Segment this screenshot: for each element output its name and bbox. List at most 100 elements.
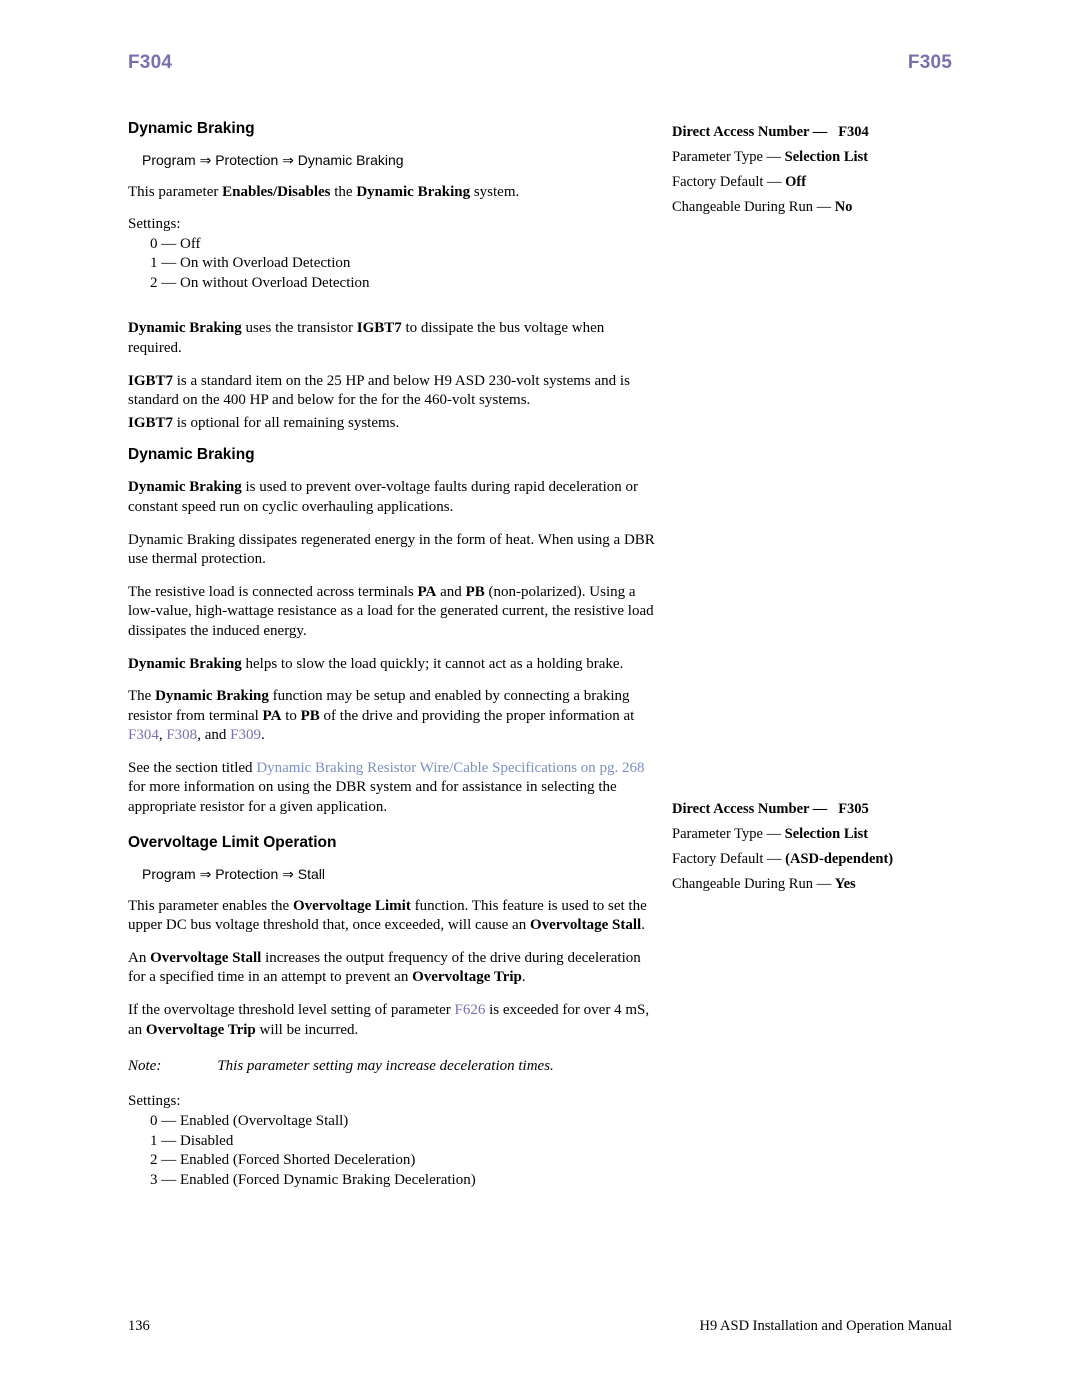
list-item: 0 — Off xyxy=(150,235,201,252)
direct-access-number-value: F304 xyxy=(838,124,869,140)
text-fragment: of the drive and providing the proper in… xyxy=(319,707,635,724)
settings-label-2: Settings: xyxy=(128,1093,181,1110)
text-bold: Dynamic Braking xyxy=(128,320,242,337)
text-bold-pa: PA xyxy=(262,707,282,724)
cross-ref-dbr-specs[interactable]: Dynamic Braking Resistor Wire/Cable Spec… xyxy=(256,760,644,776)
parameter-type-label: Parameter Type — xyxy=(672,149,785,165)
list-item: 2 — On without Overload Detection xyxy=(150,274,370,291)
text-bold-overvoltage-trip: Overvoltage Trip xyxy=(145,1021,256,1038)
text-fragment: The resistive load is connected across t… xyxy=(128,583,418,600)
note-paragraph: Note: This parameter setting may increase… xyxy=(128,1058,658,1075)
text-fragment: This parameter xyxy=(128,184,223,200)
list-item: 2 — Enabled (Forced Shorted Deceleration… xyxy=(150,1152,416,1169)
paragraph-igbt7-dissipate: Dynamic Braking uses the transistor IGBT… xyxy=(128,319,658,358)
text-fragment: uses the transistor xyxy=(241,320,357,337)
text-fragment: . xyxy=(260,727,265,744)
paragraph-db-heat: Dynamic Braking dissipates regenerated e… xyxy=(128,531,655,568)
header-code-right: F305 xyxy=(907,52,952,73)
factory-default-row: Factory Default — Off xyxy=(672,170,982,195)
text-bold-overvoltage-trip: Overvoltage Trip xyxy=(412,969,522,986)
page-header: F304 F305 xyxy=(128,52,952,74)
text-bold-enables-disables: Enables/Disables xyxy=(222,184,331,200)
parameter-info-block-f305: Direct Access Number — F305 Parameter Ty… xyxy=(672,797,982,897)
text-fragment: system. xyxy=(470,184,520,200)
changeable-during-run-value: Yes xyxy=(834,876,856,892)
settings-list-1: 0 — Off 1 — On with Overload Detection 2… xyxy=(128,235,658,294)
changeable-during-run-label: Changeable During Run — xyxy=(672,876,835,892)
paragraph-db-slow-load: Dynamic Braking helps to slow the load q… xyxy=(128,655,658,675)
manual-title: H9 ASD Installation and Operation Manual xyxy=(699,1318,953,1334)
text-bold-igbt7: IGBT7 xyxy=(128,414,174,431)
text-bold-pa: PA xyxy=(417,583,437,600)
direct-access-number-label: Direct Access Number — xyxy=(672,124,828,140)
text-bold: Dynamic Braking xyxy=(128,479,242,496)
cross-ref-f626[interactable]: F626 xyxy=(455,1002,486,1018)
text-fragment: to xyxy=(281,707,301,724)
page-number: 136 xyxy=(128,1318,150,1334)
factory-default-row: Factory Default — (ASD-dependent) xyxy=(672,847,982,872)
parameter-type-label: Parameter Type — xyxy=(672,826,785,842)
paragraph-parameter-intro: This parameter Enables/Disables the Dyna… xyxy=(128,183,658,203)
paragraph-see-section: See the section titled Dynamic Braking R… xyxy=(128,759,658,818)
direct-access-number-label: Direct Access Number — xyxy=(672,801,828,817)
text-bold-overvoltage-stall: Overvoltage Stall xyxy=(150,949,262,966)
list-item: 1 — Disabled xyxy=(150,1132,234,1149)
cross-ref-f309[interactable]: F309 xyxy=(230,727,261,743)
text-fragment: If the overvoltage threshold level setti… xyxy=(128,1002,455,1019)
text-fragment: An xyxy=(128,949,151,966)
text-bold-overvoltage-limit: Overvoltage Limit xyxy=(292,897,411,914)
changeable-during-run-value: No xyxy=(834,199,853,215)
direct-access-number-row: Direct Access Number — F305 xyxy=(672,797,982,822)
paragraph-igbt7-standard: IGBT7 is a standard item on the 25 HP an… xyxy=(128,372,658,411)
paragraph-db-setup: The Dynamic Braking function may be setu… xyxy=(128,687,658,746)
text-bold-dynamic-braking: Dynamic Braking xyxy=(356,184,471,200)
text-bold: Dynamic Braking xyxy=(155,688,269,705)
cross-ref-f304[interactable]: F304 xyxy=(128,727,159,743)
factory-default-label: Factory Default — xyxy=(672,851,786,867)
text-fragment: . xyxy=(521,969,526,986)
direct-access-number-value: F305 xyxy=(838,801,869,817)
header-code-left: F304 xyxy=(128,52,173,73)
parameter-info-block-f304: Direct Access Number — F304 Parameter Ty… xyxy=(672,120,982,220)
paragraph-igbt7-optional: IGBT7 is optional for all remaining syst… xyxy=(128,414,658,434)
paragraph-resistive-load: The resistive load is connected across t… xyxy=(128,583,658,642)
note-text: This parameter setting may increase dece… xyxy=(217,1058,554,1075)
factory-default-label: Factory Default — xyxy=(672,174,786,190)
menu-path-1: Program ⇒ Protection ⇒ Dynamic Braking xyxy=(142,152,404,168)
section-title-dynamic-braking-1: Dynamic Braking xyxy=(128,120,255,137)
factory-default-value: Off xyxy=(785,174,807,190)
paragraph-overvoltage-limit: This parameter enables the Overvoltage L… xyxy=(128,897,658,936)
parameter-type-row: Parameter Type — Selection List xyxy=(672,822,982,847)
text-bold-igbt7: IGBT7 xyxy=(128,372,174,389)
text-fragment: and xyxy=(436,583,466,600)
changeable-during-run-row: Changeable During Run — No xyxy=(672,195,982,220)
list-item: 3 — Enabled (Forced Dynamic Braking Dece… xyxy=(150,1172,476,1188)
document-page: F304 F305 Dynamic Braking Program ⇒ Prot… xyxy=(0,0,1080,1397)
text-fragment: will be incurred. xyxy=(255,1021,359,1038)
settings-label-1: Settings: xyxy=(128,215,181,232)
changeable-during-run-row: Changeable During Run — Yes xyxy=(672,872,982,897)
text-fragment: The xyxy=(128,688,156,705)
text-bold-pb: PB xyxy=(300,707,320,724)
text-fragment: See the section titled xyxy=(128,759,257,776)
left-content-column: Dynamic Braking Program ⇒ Protection ⇒ D… xyxy=(128,120,658,1191)
factory-default-value: (ASD-dependent) xyxy=(785,851,894,867)
changeable-during-run-label: Changeable During Run — xyxy=(672,199,835,215)
section-title-dynamic-braking-2: Dynamic Braking xyxy=(128,446,255,464)
text-bold-overvoltage-stall: Overvoltage Stall xyxy=(529,917,642,934)
paragraph-overvoltage-threshold: If the overvoltage threshold level setti… xyxy=(128,1001,658,1040)
direct-access-number-row: Direct Access Number — F304 xyxy=(672,120,982,145)
text-bold: Dynamic Braking xyxy=(128,655,242,672)
menu-path-2: Program ⇒ Protection ⇒ Stall xyxy=(142,865,325,882)
section-title-overvoltage-limit-operation: Overvoltage Limit Operation xyxy=(128,833,337,851)
text-fragment: , and xyxy=(197,727,231,744)
text-fragment: is optional for all remaining systems. xyxy=(173,414,400,431)
text-bold-igbt7: IGBT7 xyxy=(356,320,402,337)
text-fragment: . xyxy=(641,917,645,934)
page-footer: 136 H9 ASD Installation and Operation Ma… xyxy=(128,1318,952,1335)
text-fragment: is a standard item on the 25 HP and belo… xyxy=(128,372,630,409)
parameter-type-row: Parameter Type — Selection List xyxy=(672,145,982,170)
parameter-type-value: Selection List xyxy=(784,149,869,165)
cross-ref-f308[interactable]: F308 xyxy=(166,727,197,743)
list-item: 0 — Enabled (Overvoltage Stall) xyxy=(150,1113,349,1130)
